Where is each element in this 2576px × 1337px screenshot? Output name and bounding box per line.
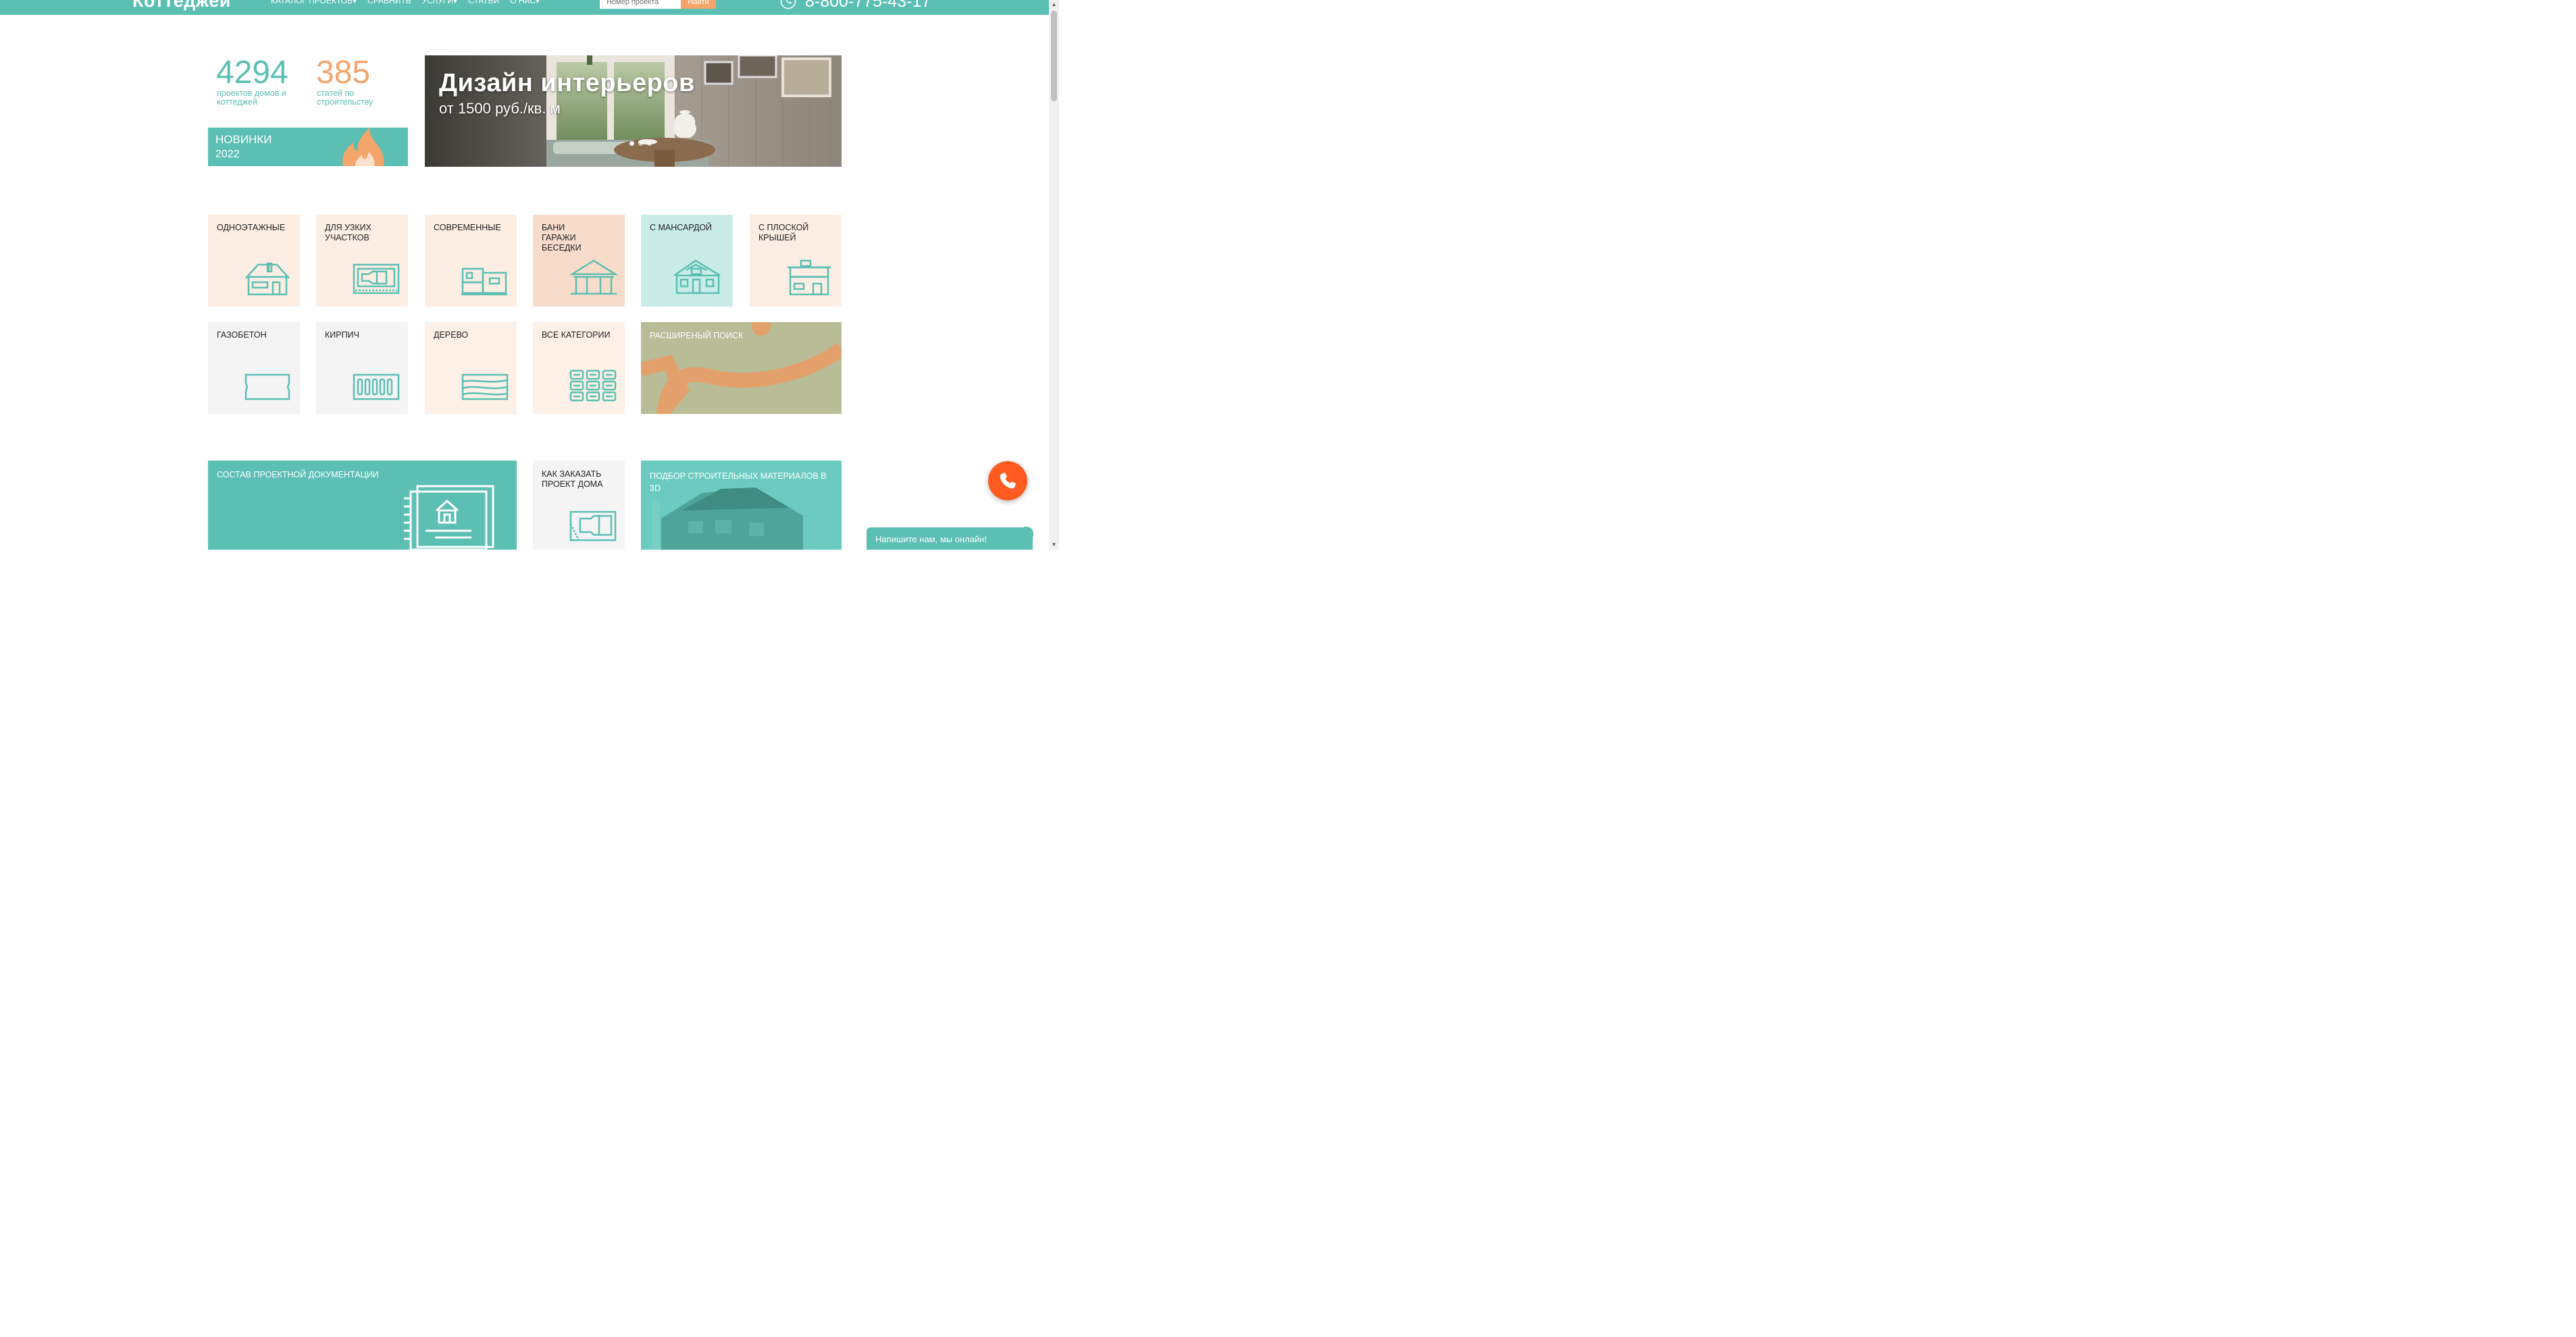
slider-dot[interactable]: [629, 141, 634, 146]
new-year: 2022: [215, 149, 240, 160]
new-label: НОВИНКИ: [215, 133, 272, 146]
category-label: ОДНОЭТАЖНЫЕ: [217, 223, 286, 232]
chat-widget[interactable]: Напишите нам, мы онлайн!: [867, 527, 1033, 550]
category-flat-roof[interactable]: С ПЛОСКОЙ КРЫШЕЙ: [750, 215, 842, 307]
nav-articles[interactable]: СТАТЬИ: [468, 0, 499, 5]
how-to-order-label: КАК ЗАКАЗАТЬ ПРОЕКТ ДОМА: [542, 469, 603, 489]
category-wood[interactable]: ДЕРЕВО: [425, 322, 517, 414]
phone-icon: [780, 0, 796, 9]
header-bar: Коттеджей КАТАЛОГ ПРОЕКТОВ▾ СРАВНИТЬ УСЛ…: [0, 0, 1049, 15]
slider-dot[interactable]: [647, 141, 652, 146]
materials-3d-tile[interactable]: ПОДБОР СТРОИТЕЛЬНЫХ МАТЕРИАЛОВ В 3D: [641, 461, 842, 550]
scroll-up-arrow-icon[interactable]: ▲: [1051, 1, 1057, 8]
blueprint-album-icon: [404, 485, 494, 550]
advanced-search-label: РАСШИРЕНЫЙ ПОИСК: [650, 331, 744, 340]
nav-services[interactable]: УСЛУГИ▾: [422, 0, 458, 5]
banner-slider-dots: [629, 141, 652, 146]
category-all[interactable]: ВСЕ КАТЕГОРИИ: [533, 322, 625, 414]
scroll-down-arrow-icon[interactable]: ▼: [1051, 542, 1057, 548]
nav-catalog[interactable]: КАТАЛОГ ПРОЕКТОВ▾: [271, 0, 357, 5]
category-label: СОВРЕМЕННЫЕ: [434, 223, 501, 232]
category-modern[interactable]: СОВРЕМЕННЫЕ: [425, 215, 517, 307]
projects-count-label: проектов домов и коттеджей: [217, 88, 286, 107]
project-number-input[interactable]: [600, 0, 681, 9]
how-to-order-tile[interactable]: КАК ЗАКАЗАТЬ ПРОЕКТ ДОМА: [533, 461, 625, 550]
materials-3d-label: ПОДБОР СТРОИТЕЛЬНЫХ МАТЕРИАЛОВ В 3D: [650, 471, 827, 493]
banner-title: Дизайн интерьеров: [439, 69, 695, 97]
category-label: БАНИ ГАРАЖИ БЕСЕДКИ: [542, 223, 582, 253]
main-nav: КАТАЛОГ ПРОЕКТОВ▾ СРАВНИТЬ УСЛУГИ▾ СТАТЬ…: [271, 0, 540, 5]
projects-count: 4294: [216, 55, 288, 90]
nav-about[interactable]: О НАС▾: [510, 0, 540, 5]
gazebo-icon: [569, 259, 618, 295]
modern-house-icon: [461, 267, 507, 296]
documentation-label: СОСТАВ ПРОЕКТНОЙ ДОКУМЕНТАЦИИ: [217, 470, 379, 479]
chat-label: Напишите нам, мы онлайн!: [875, 534, 987, 544]
category-label: КИРПИЧ: [325, 330, 359, 340]
flat-roof-house-icon: [788, 259, 831, 296]
brick-icon: [353, 373, 400, 400]
project-documentation-tile[interactable]: СОСТАВ ПРОЕКТНОЙ ДОКУМЕНТАЦИИ: [208, 461, 517, 550]
slider-dot[interactable]: [638, 141, 643, 146]
nav-compare[interactable]: СРАВНИТЬ: [367, 0, 411, 5]
category-label: С ПЛОСКОЙ КРЫШЕЙ: [758, 223, 809, 242]
flame-icon: [342, 128, 384, 166]
category-label: ДЕРЕВО: [434, 330, 469, 340]
search-button[interactable]: Найти: [681, 0, 716, 9]
category-brick[interactable]: КИРПИЧ: [316, 322, 408, 414]
articles-count: 385: [316, 55, 371, 90]
new-2022-banner[interactable]: НОВИНКИ 2022: [208, 128, 408, 166]
scrollbar-thumb[interactable]: [1051, 11, 1057, 101]
category-one-storey[interactable]: ОДНОЭТАЖНЫЕ: [208, 215, 300, 307]
category-label: ДЛЯ УЗКИХ УЧАСТКОВ: [325, 223, 371, 242]
plot-plan-icon: [569, 510, 617, 542]
articles-count-label: статей по строительству: [317, 88, 373, 107]
one-storey-house-icon: [245, 262, 290, 296]
narrow-plot-icon: [353, 263, 400, 294]
phone-handset-icon: [1000, 473, 1016, 489]
category-label: ВСЕ КАТЕГОРИИ: [542, 330, 611, 340]
advanced-search-tile[interactable]: РАСШИРЕНЫЙ ПОИСК: [641, 322, 842, 414]
site-logo[interactable]: Коттеджей: [132, 0, 231, 11]
category-baths-garages[interactable]: БАНИ ГАРАЖИ БЕСЕДКИ: [533, 215, 625, 307]
all-categories-icon: [569, 369, 617, 402]
category-mansard[interactable]: С МАНСАРДОЙ: [641, 215, 733, 307]
phone-number[interactable]: 8-800-775-43-17: [805, 0, 931, 11]
category-label: ГАЗОБЕТОН: [217, 330, 267, 340]
category-narrow-plots[interactable]: ДЛЯ УЗКИХ УЧАСТКОВ: [316, 215, 408, 307]
wood-icon: [461, 373, 509, 400]
mansard-house-icon: [673, 259, 721, 294]
category-label: С МАНСАРДОЙ: [650, 223, 713, 232]
category-aerated-concrete[interactable]: ГАЗОБЕТОН: [208, 322, 300, 414]
callback-button[interactable]: [988, 461, 1027, 500]
aerated-block-icon: [244, 373, 290, 400]
interior-design-banner[interactable]: Дизайн интерьеров от 1500 руб./кв. м: [425, 55, 842, 167]
banner-subtitle: от 1500 руб./кв. м: [439, 100, 561, 117]
